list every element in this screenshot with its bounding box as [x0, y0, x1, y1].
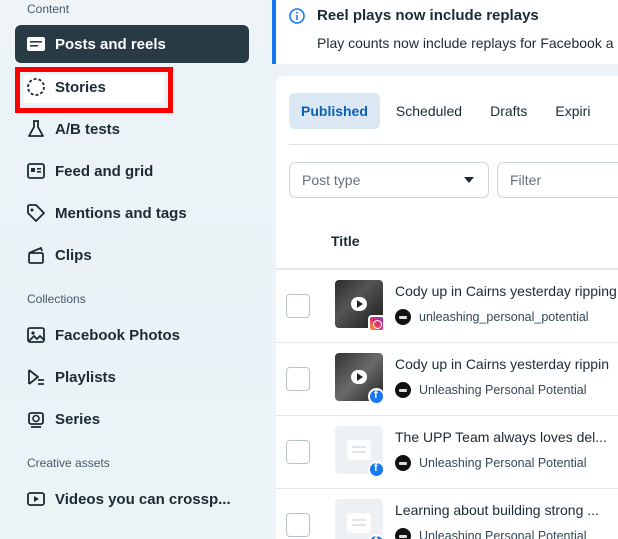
- account-name: unleashing_personal_potential: [419, 310, 589, 324]
- photo-icon: [25, 324, 47, 346]
- post-title[interactable]: Cody up in Cairns yesterday rippin: [395, 356, 609, 372]
- sidebar-item-mentions-and-tags[interactable]: Mentions and tags: [15, 194, 249, 232]
- document-icon: [347, 440, 371, 460]
- sidebar-item-label: A/B tests: [55, 120, 121, 138]
- tab-scheduled[interactable]: Scheduled: [384, 93, 474, 129]
- table-row[interactable]: Learning about building strong ... Unlea…: [276, 489, 618, 539]
- document-icon: [347, 513, 371, 533]
- sidebar-item-label: Feed and grid: [55, 162, 154, 180]
- account-name: Unleashing Personal Potential: [419, 383, 587, 397]
- post-type-select[interactable]: Post type: [289, 162, 489, 198]
- table-row[interactable]: Cody up in Cairns yesterday ripping unle…: [276, 270, 618, 343]
- play-icon: [351, 370, 367, 384]
- row-checkbox[interactable]: [286, 294, 310, 318]
- sidebar-item-label: Posts and reels: [55, 35, 166, 53]
- sidebar-item-playlists[interactable]: Playlists: [15, 358, 249, 396]
- table-row[interactable]: Cody up in Cairns yesterday rippin Unlea…: [276, 343, 618, 416]
- feed-icon: [25, 160, 47, 182]
- series-icon: [25, 408, 47, 430]
- tab-published[interactable]: Published: [289, 93, 380, 129]
- post-type-placeholder: Post type: [302, 172, 361, 188]
- tab-divider: [289, 144, 618, 145]
- avatar: [395, 309, 411, 325]
- sidebar-item-posts-and-reels[interactable]: Posts and reels: [15, 25, 249, 63]
- column-header-title[interactable]: Title: [331, 233, 360, 249]
- content-panel: Published Scheduled Drafts Expiri Post t…: [276, 76, 618, 539]
- sidebar-item-ab-tests[interactable]: A/B tests: [15, 110, 249, 148]
- post-account: Unleashing Personal Potential: [395, 382, 586, 398]
- banner-title: Reel plays now include replays: [317, 7, 539, 24]
- posts-icon: [25, 33, 47, 55]
- tag-icon: [25, 202, 47, 224]
- sidebar-item-label: Series: [55, 410, 101, 428]
- play-icon: [351, 297, 367, 311]
- tab-bar: Published Scheduled Drafts Expiri: [289, 93, 606, 129]
- sidebar-item-label: Facebook Photos: [55, 326, 181, 344]
- clapper-icon: [25, 244, 47, 266]
- facebook-icon: [368, 388, 385, 405]
- banner-text: Play counts now include replays for Face…: [317, 35, 614, 51]
- flask-icon: [25, 118, 47, 140]
- row-checkbox[interactable]: [286, 440, 310, 464]
- playlist-icon: [25, 366, 47, 388]
- sidebar-item-label: Playlists: [55, 368, 116, 386]
- section-label-creative-assets: Creative assets: [27, 456, 110, 470]
- sidebar-item-label: Videos you can crossp...: [55, 490, 231, 508]
- account-name: Unleashing Personal Potential: [419, 529, 587, 539]
- post-thumbnail: [335, 499, 383, 539]
- filter-placeholder: Filter: [510, 172, 542, 188]
- tab-expiring[interactable]: Expiri: [543, 93, 602, 129]
- info-icon: [289, 8, 305, 24]
- video-icon: [25, 488, 47, 510]
- sidebar-item-stories[interactable]: Stories: [15, 68, 249, 106]
- filter-input[interactable]: Filter: [497, 162, 618, 198]
- main-content: Reel plays now include replays Play coun…: [272, 0, 618, 539]
- facebook-icon: [368, 461, 385, 478]
- avatar: [395, 455, 411, 471]
- stories-icon: [25, 76, 47, 98]
- sidebar-item-label: Clips: [55, 246, 92, 264]
- post-title[interactable]: The UPP Team always loves del...: [395, 429, 607, 445]
- avatar: [395, 528, 411, 539]
- sidebar-item-series[interactable]: Series: [15, 400, 249, 438]
- sidebar-item-feed-and-grid[interactable]: Feed and grid: [15, 152, 249, 190]
- caret-down-icon: [464, 177, 474, 183]
- table-row[interactable]: The UPP Team always loves del... Unleash…: [276, 416, 618, 489]
- post-title[interactable]: Learning about building strong ...: [395, 502, 599, 518]
- sidebar-item-clips[interactable]: Clips: [15, 236, 249, 274]
- info-banner: Reel plays now include replays Play coun…: [272, 0, 618, 64]
- post-title[interactable]: Cody up in Cairns yesterday ripping: [395, 283, 617, 299]
- section-label-collections: Collections: [27, 292, 86, 306]
- post-account: Unleashing Personal Potential: [395, 455, 586, 471]
- sidebar-item-label: Mentions and tags: [55, 204, 187, 222]
- sidebar: Content Posts and reels Stories A/B test…: [0, 0, 272, 539]
- sidebar-item-videos-crosspost[interactable]: Videos you can crossp...: [15, 480, 249, 518]
- row-checkbox[interactable]: [286, 513, 310, 537]
- section-label-content: Content: [27, 2, 70, 16]
- row-checkbox[interactable]: [286, 367, 310, 391]
- tab-drafts[interactable]: Drafts: [478, 93, 539, 129]
- post-account: unleashing_personal_potential: [395, 309, 589, 325]
- account-name: Unleashing Personal Potential: [419, 456, 587, 470]
- sidebar-item-label: Stories: [55, 78, 106, 96]
- instagram-icon: [368, 315, 385, 332]
- avatar: [395, 382, 411, 398]
- sidebar-item-facebook-photos[interactable]: Facebook Photos: [15, 316, 249, 354]
- post-account: Unleashing Personal Potential: [395, 528, 586, 539]
